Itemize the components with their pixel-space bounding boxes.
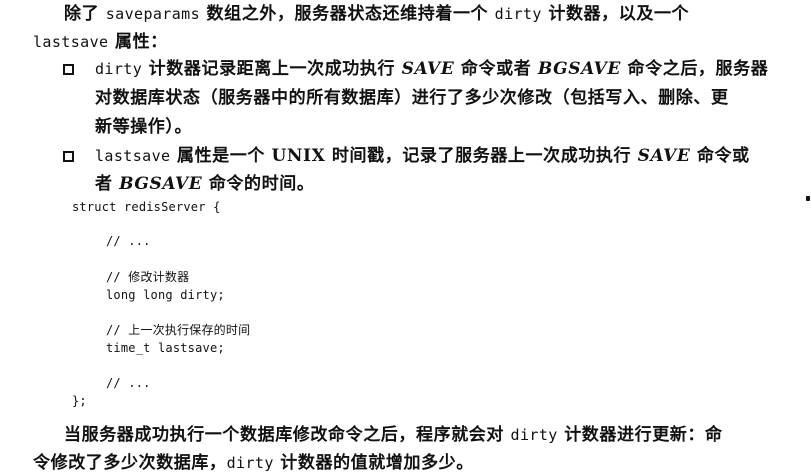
text: 计数器，以及一个: [541, 4, 690, 24]
text: 对数据库状态（服务器中的所有数据库）进行了多少次修改（包括写入、删除、更: [95, 88, 729, 108]
text: 当服务器成功执行一个数据库修改命令之后，程序就会对: [64, 425, 511, 445]
text: 计数器记录距离上一次成功执行: [142, 59, 402, 79]
bullet-2-line-1: lastsave 属性是一个 UNIX 时间戳，记录了服务器上一次成功执行 SA…: [95, 144, 750, 168]
code-line-lastsave: time_t lastsave;: [106, 341, 225, 355]
command-name: SAVE: [637, 146, 691, 166]
bullet-1-line-3: 新等操作）。: [95, 115, 192, 139]
code-comment: // 修改计数器: [106, 270, 190, 284]
bullet-2-line-2: 者 BGSAVE 命令的时间。: [95, 172, 314, 196]
inline-code: dirty: [494, 5, 542, 23]
text: 计数器进行更新：命: [557, 425, 723, 445]
text: 数组之外，服务器状态还维持着一个: [200, 4, 495, 24]
text: 除了: [64, 4, 106, 24]
inline-code: lastsave: [33, 33, 109, 51]
command-name: BGSAVE: [119, 174, 203, 194]
text: 属性：: [108, 32, 168, 52]
margin-mark: [806, 196, 810, 201]
paragraph-1-line-2: lastsave 属性：: [33, 30, 168, 54]
code-comment: // 上一次执行保存的时间: [106, 323, 251, 337]
inline-code: dirty: [95, 60, 143, 78]
text: 命令的时间。: [202, 174, 315, 194]
text: 属性是一个 UNIX 时间戳，记录了服务器上一次成功执行: [170, 146, 638, 166]
inline-code: lastsave: [95, 147, 171, 165]
text: 计数器的值就增加多少。: [273, 453, 474, 473]
text: 者: [95, 174, 120, 194]
command-name: SAVE: [401, 59, 455, 79]
text: 命令或: [690, 146, 750, 166]
inline-code: dirty: [226, 454, 274, 472]
code-line-dirty: long long dirty;: [106, 288, 225, 302]
bullet-1-line-2: 对数据库状态（服务器中的所有数据库）进行了多少次修改（包括写入、删除、更: [95, 86, 729, 110]
paragraph-1-line-1: 除了 saveparams 数组之外，服务器状态还维持着一个 dirty 计数器…: [64, 2, 689, 26]
code-line-struct: struct redisServer {: [72, 200, 221, 214]
code-comment: // ...: [106, 234, 151, 248]
text: 新等操作）。: [95, 117, 193, 137]
text: 命令之后，服务器: [621, 59, 769, 79]
paragraph-2-line-2: 令修改了多少次数据库，dirty 计数器的值就增加多少。: [33, 451, 474, 475]
inline-code: saveparams: [105, 5, 201, 23]
checkbox-bullet-icon: [63, 151, 74, 162]
command-name: BGSAVE: [537, 59, 621, 79]
code-line-close: };: [72, 394, 87, 408]
code-comment: // ...: [106, 376, 151, 390]
text: 令修改了多少次数据库，: [33, 453, 227, 473]
bullet-1-line-1: dirty 计数器记录距离上一次成功执行 SAVE 命令或者 BGSAVE 命令…: [95, 57, 768, 81]
text: 命令或者: [454, 59, 538, 79]
checkbox-bullet-icon: [63, 64, 74, 75]
inline-code: dirty: [510, 426, 558, 444]
paragraph-2-line-1: 当服务器成功执行一个数据库修改命令之后，程序就会对 dirty 计数器进行更新：…: [64, 423, 723, 447]
